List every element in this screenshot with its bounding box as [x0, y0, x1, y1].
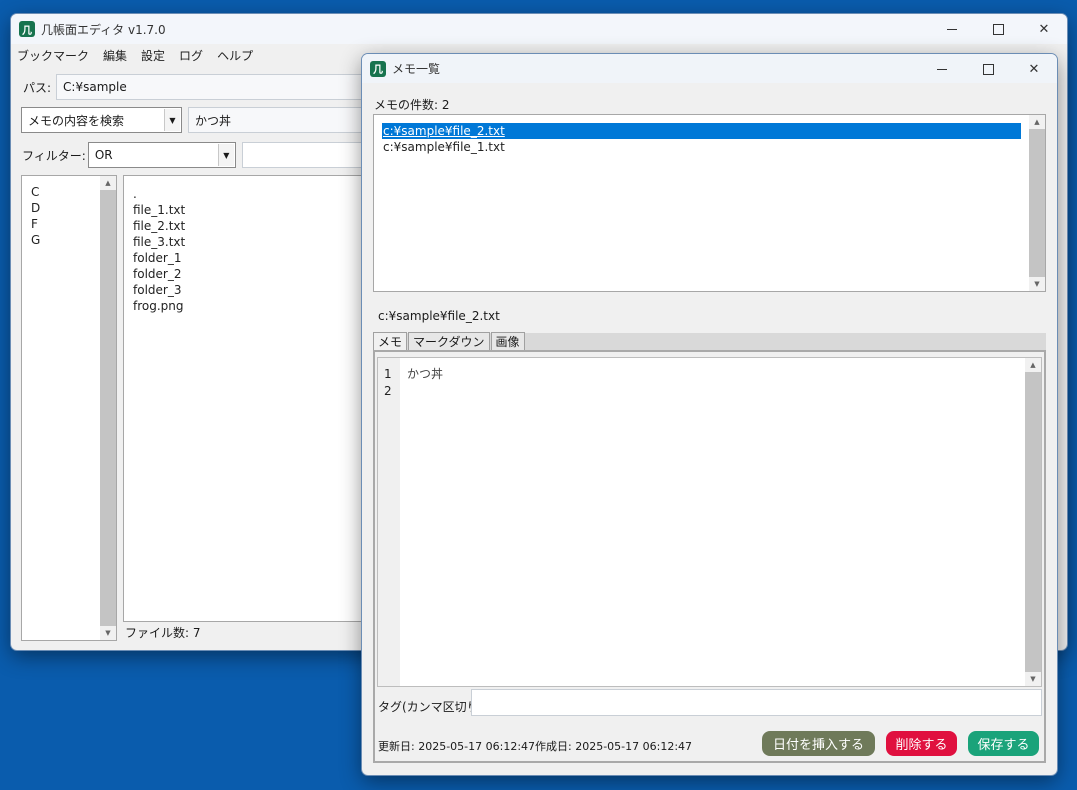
tag-input[interactable] — [471, 689, 1042, 716]
editor-scrollbar[interactable]: ▲ ▼ — [1025, 358, 1041, 686]
line-number: 1 — [384, 367, 392, 381]
scroll-down-icon[interactable]: ▼ — [100, 626, 116, 640]
scroll-up-icon[interactable]: ▲ — [1029, 115, 1045, 129]
main-titlebar[interactable]: 几 几帳面エディタ v1.7.0 — [11, 14, 1067, 44]
path-value: C:¥sample — [63, 80, 127, 94]
menu-log[interactable]: ログ — [179, 47, 203, 64]
memo-window-title: メモ一覧 — [392, 62, 441, 76]
tab-memo[interactable]: メモ — [373, 332, 408, 350]
app-icon: 几 — [370, 60, 386, 77]
filter-label: フィルター: — [22, 148, 86, 163]
memo-list-item-selected[interactable]: c:¥sample¥file_2.txt — [382, 123, 1021, 139]
list-item[interactable]: folder_3 — [133, 282, 363, 298]
delete-button[interactable]: 削除する — [886, 731, 957, 756]
created-date: 作成日: 2025-05-17 06:12:47 — [535, 740, 693, 753]
file-list[interactable]: . file_1.txt file_2.txt file_3.txt folde… — [123, 175, 363, 622]
memo-count: メモの件数: 2 — [374, 98, 450, 112]
maximize-icon[interactable] — [965, 54, 1011, 84]
editor-text[interactable]: かつ丼 — [407, 366, 443, 383]
current-memo-path: c:¥sample¥file_2.txt — [378, 309, 500, 323]
updated-date: 更新日: 2025-05-17 06:12:47 — [378, 740, 536, 753]
memo-window: 几 メモ一覧 メモの件数: 2 c:¥sample¥file_2.txt c:¥… — [362, 54, 1057, 775]
menu-settings[interactable]: 設定 — [141, 47, 165, 64]
minimize-icon[interactable] — [919, 54, 965, 84]
main-window-title: 几帳面エディタ v1.7.0 — [41, 22, 166, 37]
path-label: パス: — [23, 80, 52, 95]
memo-titlebar[interactable]: 几 メモ一覧 — [362, 54, 1057, 83]
save-button[interactable]: 保存する — [968, 731, 1039, 756]
close-icon[interactable] — [1011, 54, 1057, 84]
memo-path: c:¥sample¥file_1.txt — [383, 140, 505, 154]
list-item[interactable]: file_2.txt — [133, 218, 363, 234]
chevron-down-icon: ▼ — [164, 109, 180, 131]
search-mode-select[interactable]: メモの内容を検索 ▼ — [21, 107, 182, 133]
filter-value: OR — [94, 148, 113, 162]
insert-date-button[interactable]: 日付を挿入する — [762, 731, 875, 756]
memo-list[interactable]: c:¥sample¥file_2.txt c:¥sample¥file_1.tx… — [373, 114, 1046, 292]
line-number: 2 — [384, 384, 392, 398]
tab-markdown[interactable]: マークダウン — [408, 332, 490, 350]
file-count: ファイル数: 7 — [125, 626, 201, 640]
scroll-down-icon[interactable]: ▼ — [1029, 277, 1045, 291]
scroll-up-icon[interactable]: ▲ — [1025, 358, 1041, 372]
filter-input[interactable] — [241, 142, 377, 168]
memo-list-item[interactable]: c:¥sample¥file_1.txt — [382, 139, 1021, 155]
menu-edit[interactable]: 編集 — [103, 47, 127, 64]
memo-editor[interactable]: 1 2 かつ丼 ▲ ▼ — [377, 357, 1042, 687]
scroll-down-icon[interactable]: ▼ — [1025, 672, 1041, 686]
search-mode-value: メモの内容を検索 — [28, 113, 125, 128]
tab-image[interactable]: 画像 — [490, 332, 525, 350]
list-item[interactable]: folder_1 — [133, 250, 363, 266]
tab-bar: メモ マークダウン 画像 — [373, 332, 1046, 350]
list-item[interactable]: frog.png — [133, 298, 363, 314]
filter-select[interactable]: OR ▼ — [87, 142, 236, 168]
line-number-gutter: 1 2 — [378, 358, 400, 686]
path-input[interactable]: C:¥sample — [56, 74, 377, 100]
menu-bookmark[interactable]: ブックマーク — [17, 47, 89, 64]
drive-list-scrollbar[interactable]: ▲ ▼ — [100, 176, 116, 640]
memo-path: c:¥sample¥file_2.txt — [383, 124, 505, 138]
list-item[interactable]: file_3.txt — [133, 234, 363, 250]
minimize-icon[interactable] — [929, 14, 975, 44]
memo-list-scrollbar[interactable]: ▲ ▼ — [1029, 115, 1045, 291]
list-item[interactable]: . — [133, 186, 363, 202]
drive-list[interactable]: C D F G ▲ ▼ — [21, 175, 117, 641]
list-item[interactable]: file_1.txt — [133, 202, 363, 218]
list-item[interactable]: folder_2 — [133, 266, 363, 282]
app-icon: 几 — [19, 21, 35, 37]
maximize-icon[interactable] — [975, 14, 1021, 44]
scroll-up-icon[interactable]: ▲ — [100, 176, 116, 190]
search-input[interactable]: かつ丼 — [188, 107, 363, 133]
search-value: かつ丼 — [195, 113, 232, 128]
close-icon[interactable] — [1021, 14, 1067, 44]
tab-content: 1 2 かつ丼 ▲ ▼ タグ(カンマ区切り): 更新日: 2025-05-17 … — [373, 350, 1046, 763]
chevron-down-icon: ▼ — [217, 144, 234, 166]
menu-help[interactable]: ヘルプ — [217, 47, 253, 64]
